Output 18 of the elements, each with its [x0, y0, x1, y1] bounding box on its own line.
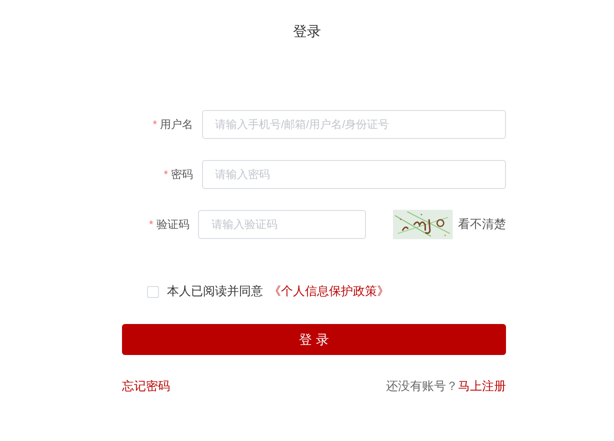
refresh-link[interactable]: 看不清楚 — [458, 216, 506, 233]
register-prompt: 还没有账号？ — [386, 378, 458, 395]
field-label: 验证码 — [156, 219, 190, 231]
input-field[interactable]: 请输入验证码 — [198, 210, 366, 239]
page-title: 登录 — [293, 23, 321, 39]
forgot-password-link[interactable]: 忘记密码 — [122, 378, 170, 395]
agreement-text: 本人已阅读并同意 — [167, 283, 263, 300]
policy-link[interactable]: 《个人信息保护政策》 — [269, 283, 389, 300]
input-field[interactable]: 请输入手机号/邮箱/用户名/身份证号 — [202, 110, 506, 139]
required-asterisk: * — [164, 169, 168, 181]
input-field[interactable]: 请输入密码 — [202, 160, 506, 189]
field-label: 密码 — [171, 169, 193, 181]
required-asterisk: * — [152, 119, 157, 131]
register-link[interactable]: 马上注册 — [458, 378, 506, 395]
required-asterisk: * — [149, 219, 154, 231]
checkbox[interactable] — [147, 286, 159, 298]
login-button[interactable]: 登 录 — [122, 324, 506, 355]
field-label: 用户名 — [160, 119, 193, 131]
